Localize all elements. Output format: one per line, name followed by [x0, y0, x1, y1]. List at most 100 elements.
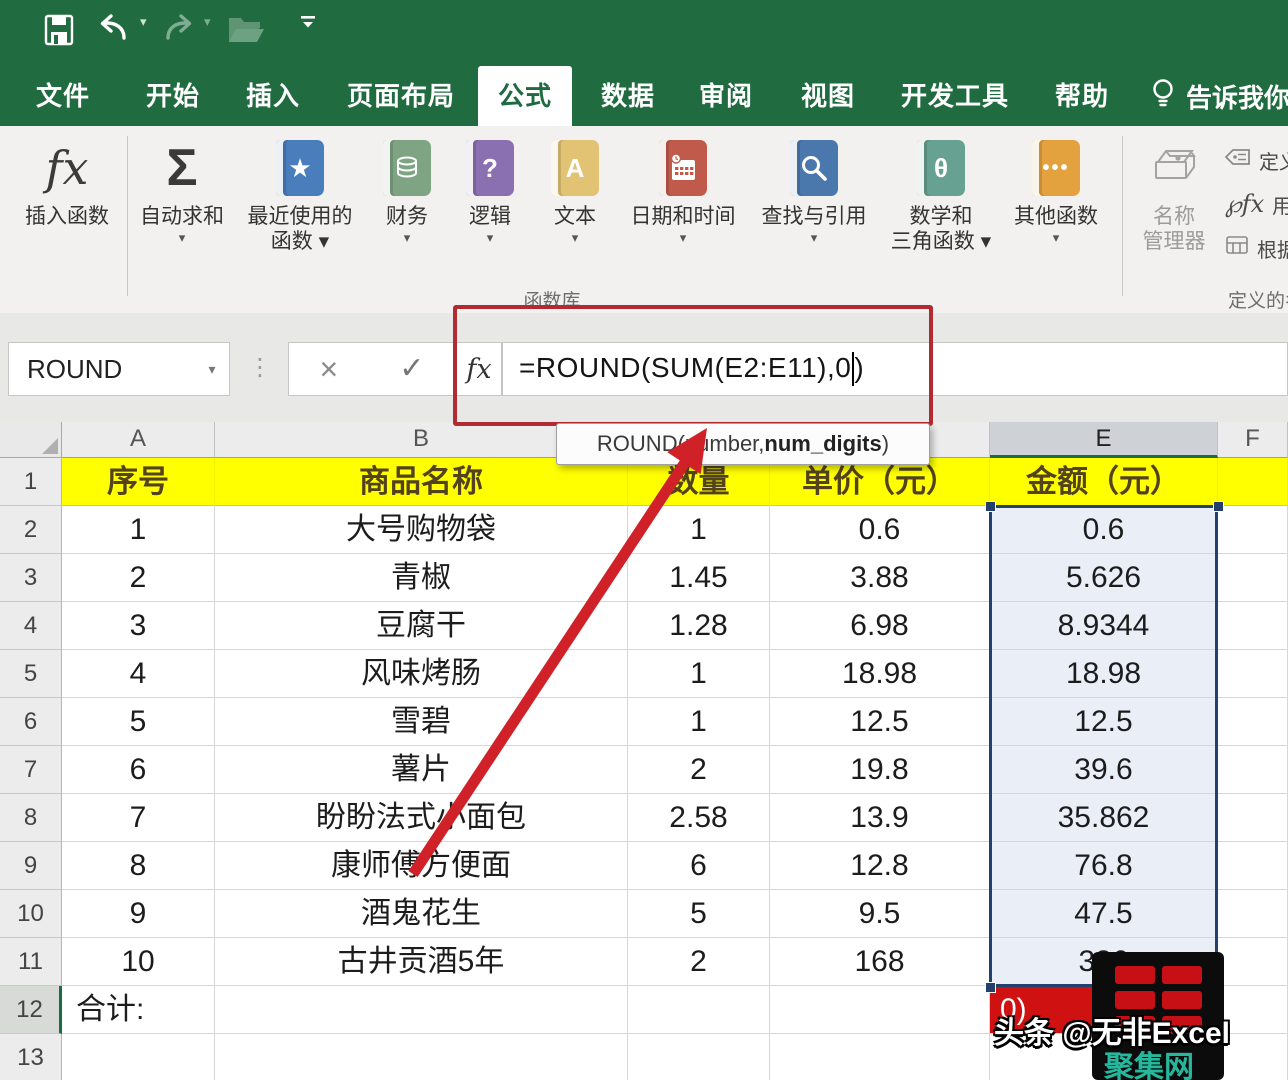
cell-A8[interactable]: 7: [62, 794, 215, 842]
cell-A11[interactable]: 10: [62, 938, 215, 986]
tell-me[interactable]: 告诉我你: [1150, 66, 1288, 126]
cell-F5[interactable]: [1218, 650, 1288, 698]
row-header-9[interactable]: 9: [0, 842, 62, 890]
cell-E2[interactable]: 0.6: [990, 506, 1218, 554]
cell-B13[interactable]: [215, 1034, 628, 1080]
tab-data[interactable]: 数据: [600, 66, 656, 126]
redo-dropdown-icon[interactable]: ▾: [204, 14, 211, 30]
insert-function-button[interactable]: fx 插入函数: [8, 132, 126, 304]
cell-F8[interactable]: [1218, 794, 1288, 842]
cell-D8[interactable]: 13.9: [770, 794, 990, 842]
cell-F9[interactable]: [1218, 842, 1288, 890]
financial-button[interactable]: 财务▾: [370, 132, 444, 304]
cell-C5[interactable]: 1: [628, 650, 770, 698]
tab-developer[interactable]: 开发工具: [897, 66, 1013, 126]
row-header-7[interactable]: 7: [0, 746, 62, 794]
define-name-button[interactable]: 定义名称: [1225, 142, 1288, 178]
row-header-6[interactable]: 6: [0, 698, 62, 746]
name-box-dropdown-icon[interactable]: ▾: [195, 361, 229, 378]
cell-B9[interactable]: 康师傅方便面: [215, 842, 628, 890]
row-header-12[interactable]: 12: [0, 986, 62, 1034]
recently-used-button[interactable]: ★最近使用的函数 ▾: [233, 132, 367, 304]
cell-A2[interactable]: 1: [62, 506, 215, 554]
cell-D3[interactable]: 3.88: [770, 554, 990, 602]
cell-C1[interactable]: 数量: [628, 458, 770, 506]
cell-C4[interactable]: 1.28: [628, 602, 770, 650]
row-header-4[interactable]: 4: [0, 602, 62, 650]
enter-button[interactable]: ✓: [399, 354, 424, 384]
row-header-1[interactable]: 1: [0, 458, 62, 506]
cell-B3[interactable]: 青椒: [215, 554, 628, 602]
cell-C2[interactable]: 1: [628, 506, 770, 554]
cell-D12[interactable]: [770, 986, 990, 1034]
column-header-F[interactable]: F: [1218, 422, 1288, 458]
name-manager-button[interactable]: 名称 管理器: [1130, 132, 1218, 304]
cell-B10[interactable]: 酒鬼花生: [215, 890, 628, 938]
cell-F1[interactable]: [1218, 458, 1288, 506]
tab-formulas[interactable]: 公式: [478, 66, 572, 126]
cell-F2[interactable]: [1218, 506, 1288, 554]
cell-C12[interactable]: [628, 986, 770, 1034]
dropdown-arrow-icon[interactable]: ▾: [536, 229, 614, 247]
open-folder-icon[interactable]: [226, 14, 266, 44]
cell-A1[interactable]: 序号: [62, 458, 215, 506]
cell-D6[interactable]: 12.5: [770, 698, 990, 746]
row-header-8[interactable]: 8: [0, 794, 62, 842]
cell-E1[interactable]: 金额（元）: [990, 458, 1218, 506]
dropdown-arrow-icon[interactable]: ▾: [370, 229, 444, 247]
row-header-13[interactable]: 13: [0, 1034, 62, 1080]
cell-D4[interactable]: 6.98: [770, 602, 990, 650]
cell-A3[interactable]: 2: [62, 554, 215, 602]
customize-quick-access-icon[interactable]: [300, 14, 316, 30]
redo-icon[interactable]: [162, 14, 196, 42]
cell-B7[interactable]: 薯片: [215, 746, 628, 794]
undo-icon[interactable]: [96, 14, 130, 42]
dropdown-arrow-icon[interactable]: ▾: [617, 229, 749, 247]
cell-B6[interactable]: 雪碧: [215, 698, 628, 746]
dropdown-arrow-icon[interactable]: ▾: [751, 229, 877, 247]
cell-E7[interactable]: 39.6: [990, 746, 1218, 794]
save-icon[interactable]: [44, 14, 74, 46]
cell-A10[interactable]: 9: [62, 890, 215, 938]
cell-F11[interactable]: [1218, 938, 1288, 986]
logical-button[interactable]: ?逻辑▾: [447, 132, 533, 304]
cell-E9[interactable]: 76.8: [990, 842, 1218, 890]
range-handle[interactable]: [1213, 501, 1224, 512]
cell-D11[interactable]: 168: [770, 938, 990, 986]
cell-E8[interactable]: 35.862: [990, 794, 1218, 842]
tab-page-layout[interactable]: 页面布局: [345, 66, 457, 126]
undo-dropdown-icon[interactable]: ▾: [140, 14, 147, 30]
create-from-selection-button[interactable]: 根据所选内容创建: [1225, 230, 1288, 266]
row-header-11[interactable]: 11: [0, 938, 62, 986]
cell-C9[interactable]: 6: [628, 842, 770, 890]
dropdown-arrow-icon[interactable]: ▾: [1006, 229, 1106, 247]
cell-C6[interactable]: 1: [628, 698, 770, 746]
cell-E10[interactable]: 47.5: [990, 890, 1218, 938]
cell-C8[interactable]: 2.58: [628, 794, 770, 842]
date-time-button[interactable]: 日期和时间▾: [617, 132, 749, 304]
tab-insert[interactable]: 插入: [240, 66, 306, 126]
row-header-3[interactable]: 3: [0, 554, 62, 602]
cell-B4[interactable]: 豆腐干: [215, 602, 628, 650]
row-header-10[interactable]: 10: [0, 890, 62, 938]
more-functions-button[interactable]: •••其他函数▾: [1006, 132, 1106, 304]
cell-C13[interactable]: [628, 1034, 770, 1080]
tab-file[interactable]: 文件: [30, 66, 96, 126]
dropdown-arrow-icon[interactable]: ▾: [134, 229, 230, 247]
cell-E5[interactable]: 18.98: [990, 650, 1218, 698]
dropdown-arrow-icon[interactable]: ▾: [447, 229, 533, 247]
cell-A6[interactable]: 5: [62, 698, 215, 746]
cell-F10[interactable]: [1218, 890, 1288, 938]
tab-view[interactable]: 视图: [800, 66, 856, 126]
row-header-5[interactable]: 5: [0, 650, 62, 698]
cell-D9[interactable]: 12.8: [770, 842, 990, 890]
cell-A12[interactable]: 合计:: [62, 986, 215, 1034]
cell-C7[interactable]: 2: [628, 746, 770, 794]
cell-E6[interactable]: 12.5: [990, 698, 1218, 746]
math-trig-button[interactable]: θ数学和三角函数 ▾: [879, 132, 1003, 304]
cell-A13[interactable]: [62, 1034, 215, 1080]
autosum-button[interactable]: Σ自动求和▾: [134, 132, 230, 304]
cell-D2[interactable]: 0.6: [770, 506, 990, 554]
column-header-A[interactable]: A: [62, 422, 215, 458]
cell-F6[interactable]: [1218, 698, 1288, 746]
